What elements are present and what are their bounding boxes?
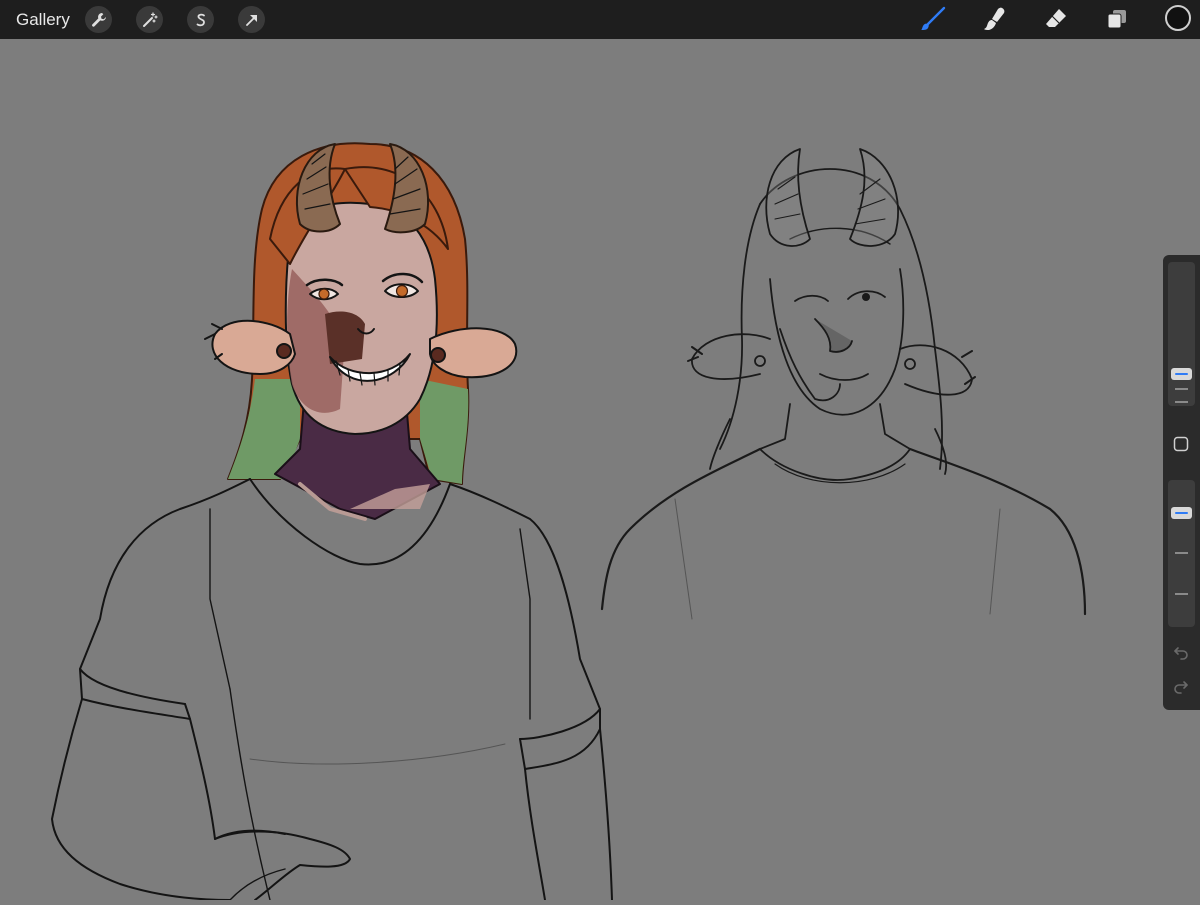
transform-button[interactable] (238, 6, 265, 33)
redo-button[interactable] (1172, 677, 1190, 695)
layers-icon (1107, 10, 1126, 29)
artwork-image (51, 142, 1087, 901)
wrench-icon (91, 12, 106, 27)
brush-size-slider[interactable] (1168, 262, 1195, 406)
undo-button[interactable] (1172, 643, 1190, 661)
modify-button[interactable] (1172, 435, 1190, 453)
gallery-button[interactable]: Gallery (16, 10, 70, 30)
square-icon (1173, 436, 1189, 452)
brush-sidebar (1163, 255, 1200, 710)
transform-arrow-icon (245, 14, 257, 26)
adjustments-button[interactable] (136, 6, 163, 33)
top-toolbar: Gallery (0, 0, 1200, 39)
slider-tick (1175, 401, 1188, 403)
color-picker-button[interactable] (1165, 5, 1191, 31)
eraser-tool-button[interactable] (1041, 4, 1071, 34)
opacity-slider[interactable] (1168, 480, 1195, 627)
drawing-canvas[interactable] (0, 39, 1200, 901)
eraser-icon (1046, 9, 1066, 27)
sketch-character (600, 148, 1087, 620)
undo-icon (1174, 647, 1188, 660)
opacity-handle[interactable] (1171, 507, 1192, 519)
magic-wand-icon (142, 11, 158, 27)
slider-tick (1175, 552, 1188, 554)
slider-tick (1175, 388, 1188, 390)
brush-icon (921, 6, 946, 30)
smudge-icon (984, 7, 1005, 30)
selection-button[interactable] (187, 6, 214, 33)
brush-tool-button[interactable] (918, 4, 948, 34)
colored-character (51, 142, 613, 901)
layers-button[interactable] (1102, 4, 1132, 34)
redo-icon (1174, 681, 1188, 694)
slider-tick (1175, 593, 1188, 595)
smudge-tool-button[interactable] (980, 4, 1010, 34)
brush-size-handle[interactable] (1171, 368, 1192, 380)
actions-button[interactable] (85, 6, 112, 33)
selection-icon (196, 13, 205, 26)
